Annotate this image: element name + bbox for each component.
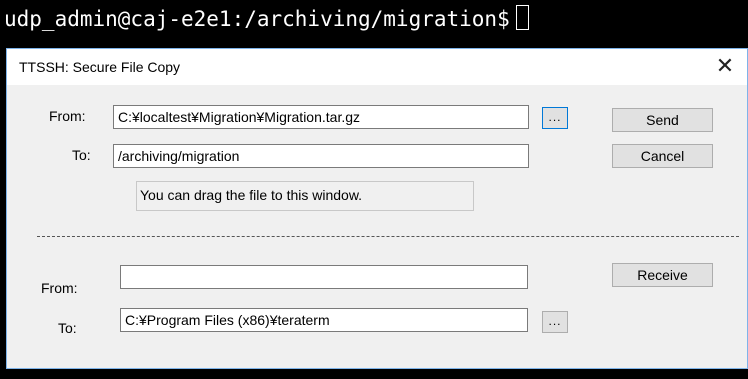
send-from-field[interactable]: C:¥localtest¥Migration¥Migration.tar.gz	[113, 105, 529, 129]
receive-from-label: From:	[41, 280, 78, 296]
cancel-button[interactable]: Cancel	[612, 144, 713, 168]
receive-to-label: To:	[58, 320, 77, 336]
receive-to-field[interactable]: C:¥Program Files (x86)¥teraterm	[120, 308, 528, 332]
send-to-field[interactable]: /archiving/migration	[113, 144, 529, 168]
close-button[interactable]: ✕	[703, 49, 747, 85]
receive-button[interactable]: Receive	[612, 263, 713, 287]
drag-hint-text: You can drag the file to this window.	[136, 181, 474, 211]
secure-file-copy-dialog: TTSSH: Secure File Copy ✕ From: C:¥local…	[6, 48, 748, 369]
dialog-title: TTSSH: Secure File Copy	[19, 59, 181, 75]
terminal-prompt-line: udp_admin@caj-e2e1:/archiving/migration$	[4, 2, 529, 36]
section-separator	[37, 236, 739, 237]
terminal-cursor	[515, 5, 529, 30]
send-from-label: From:	[49, 108, 86, 124]
send-browse-button[interactable]: ...	[542, 107, 568, 129]
receive-browse-button[interactable]: ...	[542, 311, 568, 333]
receive-from-field[interactable]	[120, 265, 528, 289]
close-icon: ✕	[715, 54, 735, 79]
dialog-titlebar[interactable]: TTSSH: Secure File Copy ✕	[7, 49, 747, 85]
send-to-label: To:	[72, 147, 91, 163]
send-button[interactable]: Send	[612, 108, 713, 132]
terminal-prompt: udp_admin@caj-e2e1:/archiving/migration$	[4, 7, 510, 31]
